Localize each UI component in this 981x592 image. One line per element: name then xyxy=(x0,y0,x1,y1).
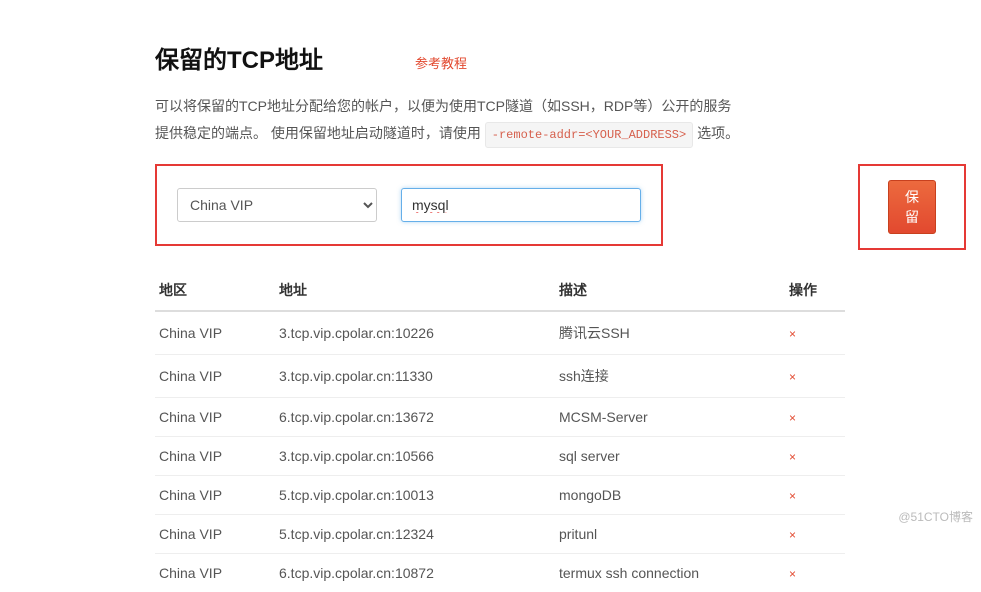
th-action: 操作 xyxy=(785,272,845,311)
th-address: 地址 xyxy=(275,272,555,311)
cell-address: 6.tcp.vip.cpolar.cn:10872 xyxy=(275,554,555,592)
cell-description: ssh连接 xyxy=(555,355,785,398)
cell-description: MCSM-Server xyxy=(555,398,785,437)
cell-action: × xyxy=(785,554,845,592)
table-row: China VIP3.tcp.vip.cpolar.cn:10566sql se… xyxy=(155,437,845,476)
delete-icon[interactable]: × xyxy=(789,567,796,581)
description-input[interactable] xyxy=(401,188,641,222)
table-row: China VIP5.tcp.vip.cpolar.cn:12324pritun… xyxy=(155,515,845,554)
cell-region: China VIP xyxy=(155,515,275,554)
description-text: 可以将保留的TCP地址分配给您的帐户，以便为使用TCP隧道（如SSH，RDP等）… xyxy=(155,93,826,148)
delete-icon[interactable]: × xyxy=(789,450,796,464)
cell-description: termux ssh connection xyxy=(555,554,785,592)
highlight-box-button: 保留 xyxy=(858,164,966,250)
cell-region: China VIP xyxy=(155,398,275,437)
th-region: 地区 xyxy=(155,272,275,311)
cell-description: pritunl xyxy=(555,515,785,554)
page-title: 保留的TCP地址 xyxy=(155,40,323,75)
cell-action: × xyxy=(785,515,845,554)
delete-icon[interactable]: × xyxy=(789,327,796,341)
cell-region: China VIP xyxy=(155,476,275,515)
cell-region: China VIP xyxy=(155,311,275,355)
reserved-addresses-table: 地区 地址 描述 操作 China VIP3.tcp.vip.cpolar.cn… xyxy=(155,272,845,592)
cell-address: 5.tcp.vip.cpolar.cn:10013 xyxy=(275,476,555,515)
delete-icon[interactable]: × xyxy=(789,411,796,425)
cell-address: 3.tcp.vip.cpolar.cn:11330 xyxy=(275,355,555,398)
cell-action: × xyxy=(785,398,845,437)
table-row: China VIP6.tcp.vip.cpolar.cn:13672MCSM-S… xyxy=(155,398,845,437)
desc-line1: 可以将保留的TCP地址分配给您的帐户，以便为使用TCP隧道（如SSH，RDP等）… xyxy=(155,98,731,114)
delete-icon[interactable]: × xyxy=(789,489,796,503)
region-select[interactable]: China VIP xyxy=(177,188,377,222)
cell-region: China VIP xyxy=(155,554,275,592)
cell-action: × xyxy=(785,311,845,355)
cell-address: 5.tcp.vip.cpolar.cn:12324 xyxy=(275,515,555,554)
table-row: China VIP3.tcp.vip.cpolar.cn:11330ssh连接 × xyxy=(155,355,845,398)
table-row: China VIP3.tcp.vip.cpolar.cn:10226腾讯云SSH… xyxy=(155,311,845,355)
reserve-button[interactable]: 保留 xyxy=(888,180,936,234)
cell-action: × xyxy=(785,437,845,476)
code-chip: -remote-addr=<YOUR_ADDRESS> xyxy=(485,122,693,149)
cell-address: 6.tcp.vip.cpolar.cn:13672 xyxy=(275,398,555,437)
tutorial-link[interactable]: 参考教程 xyxy=(415,53,467,72)
cell-region: China VIP xyxy=(155,355,275,398)
th-description: 描述 xyxy=(555,272,785,311)
delete-icon[interactable]: × xyxy=(789,528,796,542)
watermark: @51CTO博客 xyxy=(898,508,973,525)
desc-line2b: 选项。 xyxy=(697,125,739,141)
cell-address: 3.tcp.vip.cpolar.cn:10226 xyxy=(275,311,555,355)
table-row: China VIP6.tcp.vip.cpolar.cn:10872termux… xyxy=(155,554,845,592)
cell-region: China VIP xyxy=(155,437,275,476)
cell-description: mongoDB xyxy=(555,476,785,515)
cell-description: 腾讯云SSH xyxy=(555,311,785,355)
cell-description: sql server xyxy=(555,437,785,476)
cell-address: 3.tcp.vip.cpolar.cn:10566 xyxy=(275,437,555,476)
table-row: China VIP5.tcp.vip.cpolar.cn:10013mongoD… xyxy=(155,476,845,515)
desc-line2a: 提供稳定的端点。 使用保留地址启动隧道时，请使用 xyxy=(155,125,485,141)
cell-action: × xyxy=(785,476,845,515)
cell-action: × xyxy=(785,355,845,398)
highlight-box-form: China VIP xyxy=(155,164,663,246)
delete-icon[interactable]: × xyxy=(789,370,796,384)
